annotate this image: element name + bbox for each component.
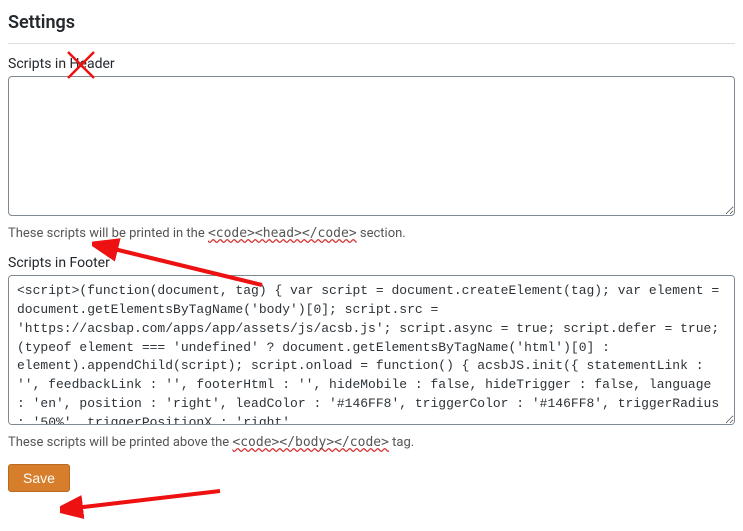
footer-scripts-textarea[interactable] bbox=[8, 275, 735, 425]
divider bbox=[8, 43, 735, 44]
annotation-arrow-icon bbox=[60, 486, 230, 526]
page-title: Settings bbox=[8, 12, 735, 33]
code-body: <code></body></code> bbox=[232, 435, 389, 450]
code-head: <code><head></code> bbox=[208, 226, 357, 241]
footer-help-text: These scripts will be printed above the … bbox=[8, 435, 735, 450]
footer-scripts-label: Scripts in Footer bbox=[8, 255, 735, 271]
header-help-text: These scripts will be printed in the <co… bbox=[8, 226, 735, 241]
header-scripts-textarea[interactable] bbox=[8, 76, 735, 216]
header-scripts-label: Scripts in Header bbox=[8, 56, 735, 72]
save-button[interactable]: Save bbox=[8, 464, 70, 492]
